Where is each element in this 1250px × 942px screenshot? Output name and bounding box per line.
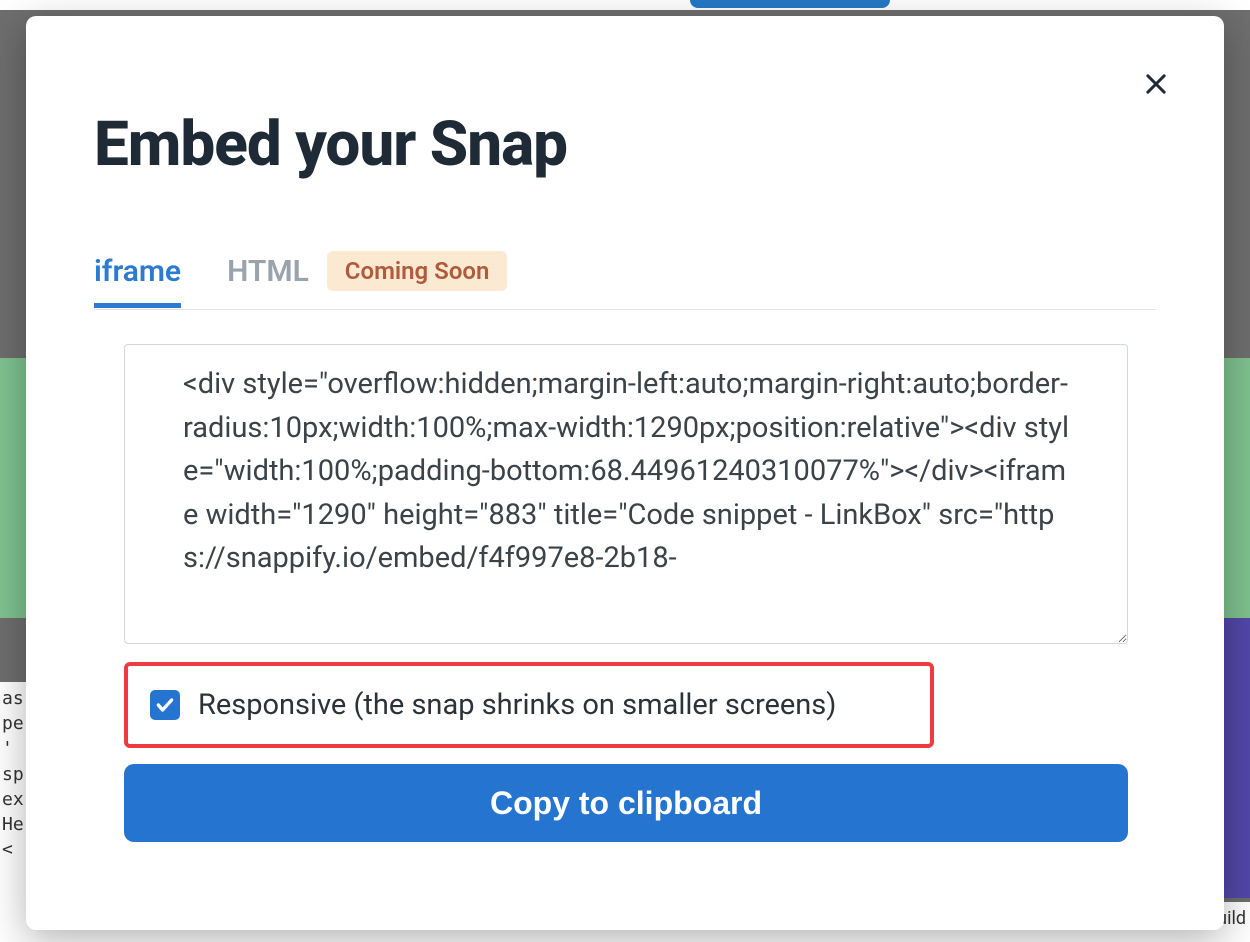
tab-iframe[interactable]: iframe: [94, 254, 181, 307]
responsive-checkbox[interactable]: [150, 690, 180, 720]
bg-fragment: [0, 358, 28, 618]
tab-html[interactable]: HTML: [227, 254, 309, 289]
tab-html-wrap: HTML Coming Soon: [227, 251, 507, 309]
bg-fragment: [0, 0, 1250, 10]
tabs-container: iframe HTML Coming Soon: [94, 251, 1156, 310]
bg-fragment: [1222, 618, 1250, 898]
bg-fragment: [690, 0, 890, 8]
embed-code-textarea[interactable]: <div style="overflow:hidden;margin-left:…: [124, 344, 1128, 644]
responsive-checkbox-label: Responsive (the snap shrinks on smaller …: [198, 688, 836, 722]
responsive-option-row: Responsive (the snap shrinks on smaller …: [124, 662, 934, 748]
modal-title: Embed your Snap: [94, 108, 1156, 181]
coming-soon-badge: Coming Soon: [327, 251, 508, 291]
embed-modal: Embed your Snap iframe HTML Coming Soon …: [26, 16, 1224, 930]
close-icon: [1142, 70, 1170, 98]
close-button[interactable]: [1136, 64, 1176, 104]
copy-to-clipboard-button[interactable]: Copy to clipboard: [124, 764, 1128, 842]
checkmark-icon: [155, 695, 175, 715]
bg-fragment: [1222, 358, 1250, 618]
